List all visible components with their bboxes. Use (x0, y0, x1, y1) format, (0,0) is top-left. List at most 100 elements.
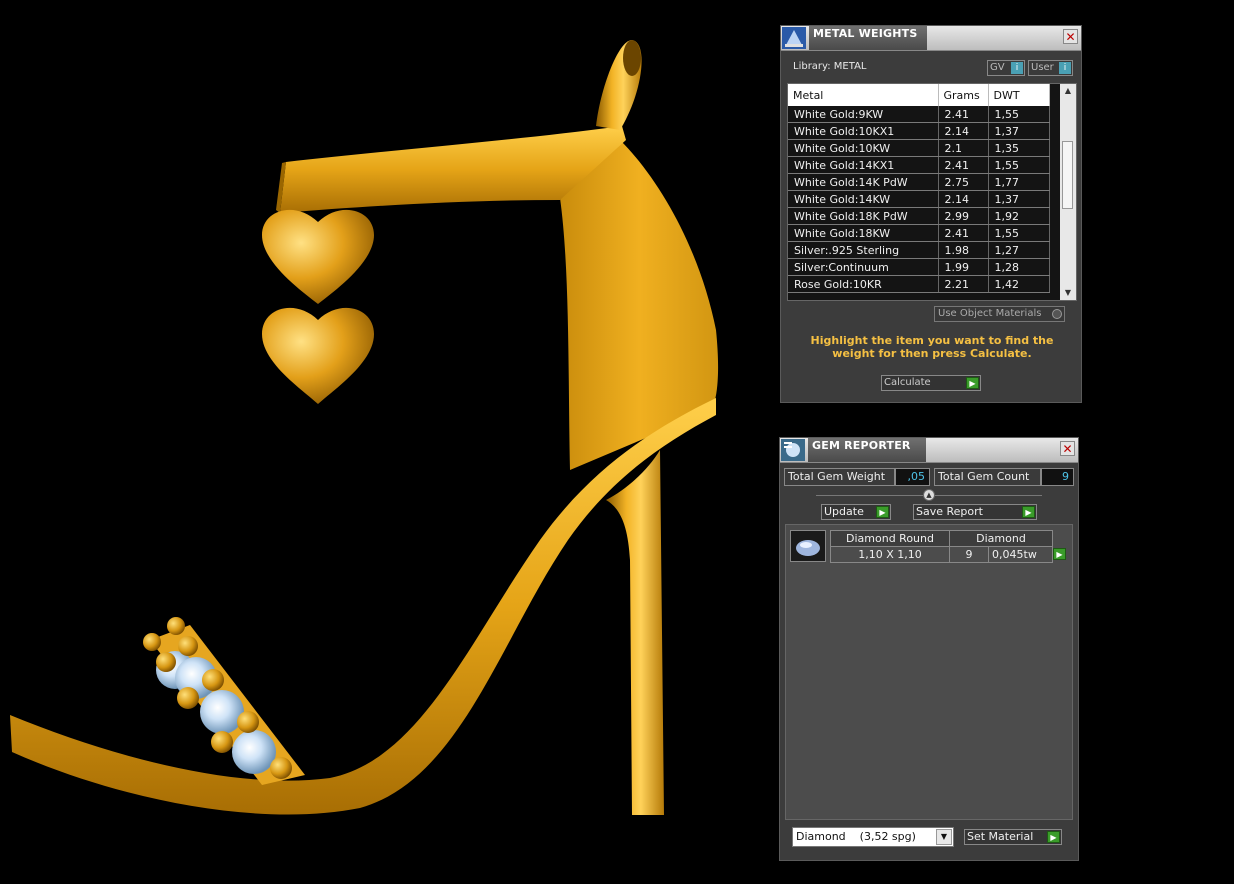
info-icon: i (1059, 62, 1071, 74)
table-row[interactable]: White Gold:14KW 2.14 1,37 (788, 190, 1050, 208)
titlebar[interactable]: METAL WEIGHTS ✕ (781, 26, 1081, 51)
grams-cell: 1.99 (938, 258, 989, 276)
use-object-materials-label: Use Object Materials (938, 308, 1042, 319)
grams-cell: 2.41 (938, 156, 989, 174)
gem-list[interactable]: Diamond Round Diamond 1,10 X 1,10 9 0,04… (785, 524, 1073, 820)
grams-cell: 2.41 (938, 224, 989, 242)
table-row[interactable]: White Gold:9KW 2.41 1,55 (788, 106, 1050, 123)
instruction-text: Highlight the item you want to find the … (810, 334, 1054, 360)
dwt-cell: 1,37 (988, 122, 1050, 140)
save-report-button[interactable]: Save Report ▶ (913, 504, 1037, 520)
scroll-down-icon[interactable]: ▼ (1060, 286, 1076, 300)
metal-table[interactable]: Metal Grams DWT White Gold:9KW 2.41 1,55 W… (787, 83, 1077, 301)
table-header: Metal Grams DWT (788, 84, 1050, 106)
table-row[interactable]: Silver:.925 Sterling 1.98 1,27 (788, 241, 1050, 259)
total-gem-weight-label: Total Gem Weight (784, 468, 895, 486)
play-arrow-icon: ▶ (966, 377, 979, 389)
metal-cell: White Gold:14KW (788, 190, 939, 208)
dwt-cell: 1,92 (988, 207, 1050, 225)
table-row[interactable]: White Gold:14KX1 2.41 1,55 (788, 156, 1050, 174)
titlebar[interactable]: GEM REPORTER ✕ (780, 438, 1078, 463)
set-material-label: Set Material (967, 830, 1034, 843)
metal-cell: White Gold:10KX1 (788, 122, 939, 140)
metal-cell: Silver:Continuum (788, 258, 939, 276)
gv-toggle[interactable]: GV i (987, 60, 1025, 76)
user-toggle[interactable]: User i (1028, 60, 1073, 76)
dwt-cell: 1,28 (988, 258, 1050, 276)
gem-thumbnail[interactable] (790, 530, 826, 562)
column-header[interactable]: DWT (988, 84, 1050, 106)
metal-cell: Rose Gold:10KR (788, 275, 939, 293)
close-icon[interactable]: ✕ (1060, 441, 1075, 456)
gem-weight: 0,045tw (992, 548, 1037, 561)
material-select-value: Diamond (3,52 spg) (796, 830, 916, 843)
gem-count: 9 (948, 546, 990, 563)
slider-knob[interactable]: ▲ (923, 489, 935, 501)
metal-cell: White Gold:14K PdW (788, 173, 939, 191)
play-arrow-icon: ▶ (1022, 506, 1035, 518)
gem-weight-cell: 0,045tw ▶ (988, 546, 1066, 563)
dwt-cell: 1,37 (988, 190, 1050, 208)
grams-cell: 2.21 (938, 275, 989, 293)
gem-size: 1,10 X 1,10 (830, 546, 950, 563)
column-header[interactable]: Grams (938, 84, 989, 106)
dwt-cell: 1,42 (988, 275, 1050, 293)
table-row[interactable]: White Gold:14K PdW 2.75 1,77 (788, 173, 1050, 191)
sole (10, 398, 716, 815)
library-label: Library: METAL (793, 61, 867, 72)
gem-material: Diamond (949, 530, 1053, 547)
grams-cell: 2.14 (938, 190, 989, 208)
metal-cell: White Gold:18KW (788, 224, 939, 242)
metal-cell: White Gold:9KW (788, 106, 939, 123)
total-gem-count-value: 9 (1041, 468, 1074, 486)
grams-cell: 2.75 (938, 173, 989, 191)
total-gem-count-label: Total Gem Count (934, 468, 1041, 486)
save-report-label: Save Report (916, 505, 983, 518)
column-header[interactable]: Metal (788, 84, 939, 106)
radio-icon[interactable] (1052, 309, 1062, 319)
gv-toggle-label: GV (990, 62, 1005, 73)
user-toggle-label: User (1031, 62, 1054, 73)
grams-cell: 2.99 (938, 207, 989, 225)
play-arrow-icon: ▶ (876, 506, 889, 518)
table-scrollbar[interactable]: ▲ ▼ (1060, 84, 1076, 300)
panel-title: GEM REPORTER (812, 439, 911, 452)
calculate-button[interactable]: Calculate ▶ (881, 375, 981, 391)
update-button[interactable]: Update ▶ (821, 504, 891, 520)
play-arrow-icon: ▶ (1047, 831, 1060, 843)
close-icon[interactable]: ✕ (1063, 29, 1078, 44)
total-gem-weight-value: ,05 (895, 468, 930, 486)
scroll-thumb[interactable] (1062, 141, 1073, 209)
dwt-cell: 1,55 (988, 106, 1050, 123)
round-diamond-icon (796, 540, 820, 556)
chevron-down-icon[interactable]: ▼ (936, 829, 952, 845)
play-arrow-icon[interactable]: ▶ (1053, 548, 1066, 560)
table-row[interactable]: 1,10 X 1,10 9 0,045tw ▶ (830, 546, 1066, 563)
table-row[interactable]: White Gold:18KW 2.41 1,55 (788, 224, 1050, 242)
table-row[interactable]: White Gold:18K PdW 2.99 1,92 (788, 207, 1050, 225)
grams-cell: 1.98 (938, 241, 989, 259)
material-select[interactable]: Diamond (3,52 spg) ▼ (792, 827, 954, 847)
gem-table: Diamond Round Diamond 1,10 X 1,10 9 0,04… (830, 530, 1066, 563)
grams-cell: 2.1 (938, 139, 989, 157)
heel-post (606, 450, 664, 815)
table-row[interactable]: White Gold:10KW 2.1 1,35 (788, 139, 1050, 157)
shoe-model (10, 40, 719, 815)
dwt-cell: 1,27 (988, 241, 1050, 259)
gem-shape: Diamond Round (830, 530, 950, 547)
dwt-cell: 1,55 (988, 224, 1050, 242)
calculate-label: Calculate (884, 377, 931, 388)
dwt-cell: 1,77 (988, 173, 1050, 191)
table-row[interactable]: Silver:Continuum 1.99 1,28 (788, 258, 1050, 276)
use-object-materials-toggle[interactable]: Use Object Materials (934, 306, 1065, 322)
set-material-button[interactable]: Set Material ▶ (964, 829, 1062, 845)
table-row[interactable]: Rose Gold:10KR 2.21 1,42 (788, 275, 1050, 293)
table-row[interactable]: White Gold:10KX1 2.14 1,37 (788, 122, 1050, 140)
metal-cell: Silver:.925 Sterling (788, 241, 939, 259)
grams-cell: 2.14 (938, 122, 989, 140)
gem-report-icon (781, 439, 805, 461)
scroll-up-icon[interactable]: ▲ (1060, 84, 1076, 98)
3d-viewport[interactable] (0, 0, 770, 884)
panel-title: METAL WEIGHTS (813, 27, 918, 40)
metal-cell: White Gold:14KX1 (788, 156, 939, 174)
